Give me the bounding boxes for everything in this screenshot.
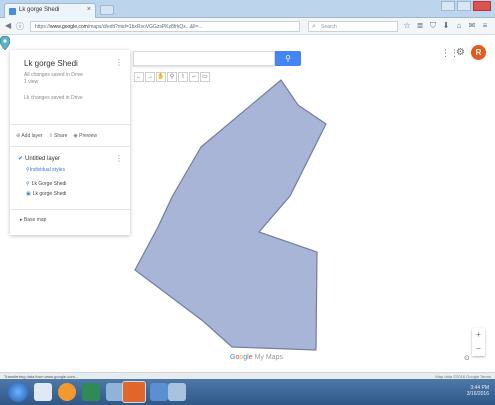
share-icon: ⇪ <box>48 133 53 139</box>
add-layer-icon: ⊕ <box>16 133 21 139</box>
zoom-out-button[interactable]: − <box>472 342 485 356</box>
maximize-button[interactable] <box>457 1 471 11</box>
pin-icon: ⚲ <box>26 181 30 187</box>
settings-gear-icon[interactable]: ⚙ <box>456 47 465 58</box>
start-button-icon[interactable] <box>8 382 28 402</box>
layer-options-kebab-icon[interactable]: ⋮ <box>115 154 123 163</box>
view-count: 1 view <box>24 79 39 85</box>
map-search-button[interactable]: ⚲ <box>275 51 301 66</box>
account-avatar[interactable]: R <box>471 45 486 60</box>
divider <box>10 209 130 210</box>
hand-tool-icon[interactable]: ✋ <box>156 72 166 82</box>
area-polygon[interactable] <box>134 79 327 351</box>
back-icon[interactable]: ◀ <box>5 21 11 30</box>
map-drawing-toolbar: ← → ✋ ⚲ ⌇ ⌐ ▭ <box>134 72 210 82</box>
save-status: All changes saved in Drive <box>24 72 83 78</box>
windows-taskbar: 3:44 PM 3/16/2016 <box>0 379 495 405</box>
divider <box>10 146 130 147</box>
map-canvas[interactable]: ⚲ ← → ✋ ⚲ ⌇ ⌐ ▭ ⋮ ⋮ ⚙ R Lk gorge Shedi ⋮ … <box>0 36 495 372</box>
home-icon[interactable]: ⌂ <box>455 21 463 30</box>
base-map-toggle[interactable]: ▸ Base map <box>20 217 46 223</box>
individual-styles-link[interactable]: ⚲Individual styles <box>26 167 65 173</box>
add-layer-button[interactable]: ⊕ Add layer <box>16 133 42 139</box>
share-button[interactable]: ⇪ Share <box>48 133 67 139</box>
url-bar[interactable]: https://www.google.com/maps/d/edit?mid=1… <box>30 21 300 32</box>
browser-toolbar-icons: ☆ ≣ ⛉ ⬇ ⌂ ✉ ≡ <box>403 21 489 30</box>
browser-search-input[interactable]: ⌕ Search <box>308 21 398 32</box>
new-tab-button[interactable] <box>100 5 114 15</box>
layer-item[interactable]: ⚲ Lk Gorge Shedi <box>26 181 66 187</box>
layer-item[interactable]: ▣ Lk gorge Shedi <box>26 191 66 197</box>
map-title[interactable]: Lk gorge Shedi <box>24 59 78 68</box>
paint-taskbar-icon[interactable] <box>168 383 186 401</box>
zoom-in-button[interactable]: + <box>472 328 485 342</box>
my-location-icon[interactable]: ⊙ <box>464 354 470 362</box>
tab-title: Lk gorge Shedi <box>19 7 60 13</box>
checkbox-icon[interactable]: ✔ <box>18 156 23 162</box>
map-options-kebab-icon[interactable]: ⋮ <box>115 58 123 67</box>
download-icon[interactable]: ⬇ <box>442 21 450 30</box>
google-my-maps-logo: Google My Maps <box>230 354 283 361</box>
map-description[interactable]: Lk changes saved in Drive <box>24 95 83 101</box>
map-search-input[interactable] <box>133 51 275 66</box>
shield-icon[interactable]: ⛉ <box>429 21 437 30</box>
zoom-control: + − <box>472 328 485 356</box>
app-taskbar-icon[interactable] <box>82 383 100 401</box>
preview-icon: ◉ <box>73 133 78 139</box>
menu-icon[interactable]: ≡ <box>481 21 489 30</box>
polygon-icon: ▣ <box>26 191 31 197</box>
maps-favicon-icon <box>9 8 16 15</box>
list-icon[interactable]: ≣ <box>416 21 424 30</box>
window-controls <box>441 1 491 11</box>
preview-button[interactable]: ◉ Preview <box>73 133 97 139</box>
add-marker-icon[interactable]: ⚲ <box>167 72 177 82</box>
layer-title[interactable]: ✔ Untitled layer <box>18 155 60 162</box>
map-actions: ⊕ Add layer ⇪ Share ◉ Preview <box>16 133 97 139</box>
system-tray-clock[interactable]: 3:44 PM 3/16/2016 <box>467 385 489 397</box>
word-taskbar-icon[interactable] <box>150 383 168 401</box>
media-player-taskbar-icon[interactable] <box>58 383 76 401</box>
directions-icon[interactable]: ⌐ <box>189 72 199 82</box>
location-pin-icon[interactable] <box>0 36 10 50</box>
star-icon[interactable]: ☆ <box>403 21 411 30</box>
close-tab-icon[interactable]: × <box>87 6 91 13</box>
info-icon[interactable]: ⓘ <box>16 21 24 32</box>
redo-icon[interactable]: → <box>145 72 155 82</box>
address-toolbar: ◀ ⓘ https://www.google.com/maps/d/edit?m… <box>0 18 495 35</box>
measure-icon[interactable]: ▭ <box>200 72 210 82</box>
chevron-right-icon: ▸ <box>20 217 23 223</box>
browser-titlebar: Lk gorge Shedi × <box>0 0 495 18</box>
firefox-taskbar-icon[interactable] <box>122 381 146 403</box>
browser-tab[interactable]: Lk gorge Shedi × <box>4 3 96 18</box>
explorer-taskbar-icon[interactable] <box>34 383 52 401</box>
map-side-panel: Lk gorge Shedi ⋮ All changes saved in Dr… <box>10 50 130 235</box>
close-window-button[interactable] <box>473 1 491 11</box>
divider <box>10 124 130 125</box>
chat-icon[interactable]: ✉ <box>468 21 476 30</box>
minimize-button[interactable] <box>441 1 455 11</box>
undo-icon[interactable]: ← <box>134 72 144 82</box>
status-bar: Transferring data from www.google.com...… <box>0 372 495 379</box>
draw-line-icon[interactable]: ⌇ <box>178 72 188 82</box>
search-icon: ⌕ <box>312 23 316 30</box>
